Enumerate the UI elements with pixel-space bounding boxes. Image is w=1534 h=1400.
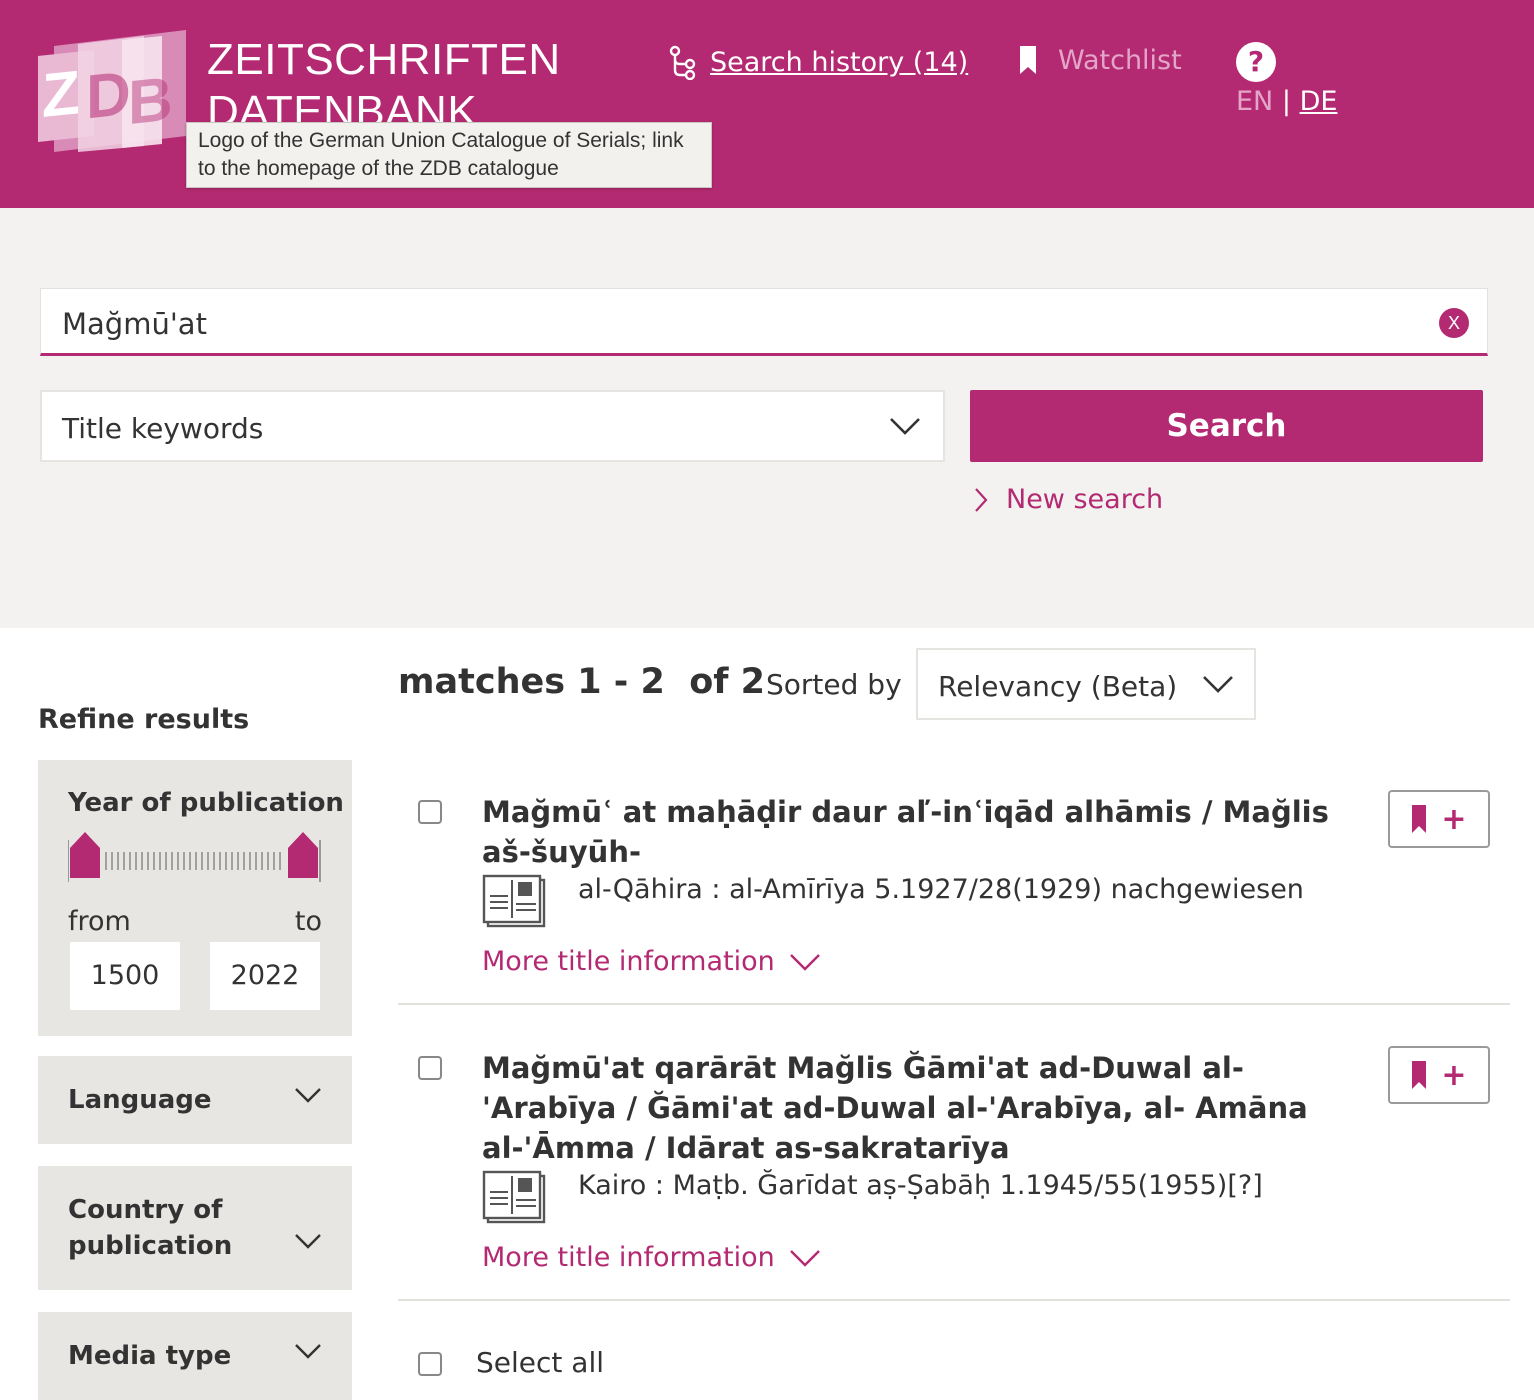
facet-media-type-label: Media type [68, 1341, 232, 1371]
plus-icon: + [1441, 801, 1467, 837]
refine-results-heading: Refine results [38, 704, 250, 735]
sorted-by-label: Sorted by [766, 668, 902, 701]
divider [398, 1003, 1510, 1005]
search-history-label: Search history (14) [710, 46, 969, 78]
result-title[interactable]: Mağmūʿ at maḥāḍir daur aľ-inʿiqād alhāmi… [482, 792, 1342, 872]
year-facet-title: Year of publication [68, 788, 344, 818]
facet-media-type[interactable]: Media type [38, 1312, 352, 1400]
year-to-label: to [294, 906, 322, 937]
sort-value: Relevancy (Beta) [938, 670, 1178, 703]
slider-handle-from [70, 832, 100, 878]
new-search-label: New search [1006, 484, 1164, 515]
language-switch: EN | DE [1236, 86, 1337, 117]
year-facet: Year of publication from to 1500 2022 [38, 760, 352, 1036]
sort-select[interactable]: Relevancy (Beta) [916, 648, 1256, 720]
newspaper-icon [482, 1170, 546, 1224]
chevron-down-icon [789, 953, 820, 971]
result-checkbox[interactable] [418, 800, 442, 824]
select-all-checkbox[interactable] [418, 1352, 442, 1376]
svg-text:D: D [86, 59, 131, 133]
more-title-info-label: More title information [482, 946, 775, 977]
add-to-watchlist-button[interactable]: + [1388, 790, 1490, 848]
search-history-link[interactable]: Search history (14) [668, 44, 968, 80]
chevron-down-icon [789, 1249, 820, 1267]
svg-text:Z: Z [42, 58, 80, 131]
search-input[interactable]: Mağmū'at X [40, 288, 1488, 356]
facet-language[interactable]: Language [38, 1056, 352, 1144]
chevron-down-icon [890, 418, 920, 435]
result-publication: al-Qāhira : al-Amīrīya 5.1927/28(1929) n… [578, 874, 1304, 905]
lang-en[interactable]: EN [1236, 86, 1273, 117]
search-field-select[interactable]: Title keywords [40, 390, 945, 462]
help-icon[interactable]: ? [1236, 42, 1276, 82]
result-title[interactable]: Mağmū'at qarārāt Mağlis Ğāmi'at ad-Duwal… [482, 1048, 1342, 1168]
search-query-text: Mağmū'at [62, 307, 207, 341]
result-checkbox[interactable] [418, 1056, 442, 1080]
select-all-label[interactable]: Select all [476, 1346, 604, 1379]
history-icon [669, 45, 696, 80]
facet-language-label: Language [68, 1085, 212, 1115]
result-item: Mağmū'at qarārāt Mağlis Ğāmi'at ad-Duwal… [398, 1046, 1510, 1296]
bookmark-icon [1412, 805, 1427, 833]
newspaper-icon [482, 874, 546, 928]
chevron-down-icon [295, 1234, 321, 1249]
bookmark-icon [1412, 1061, 1427, 1089]
chevron-down-icon [1203, 676, 1233, 693]
search-button[interactable]: Search [970, 390, 1483, 462]
divider [398, 1299, 1510, 1301]
watchlist-label: Watchlist [1058, 44, 1182, 76]
chevron-down-icon [295, 1088, 321, 1103]
slider-handle-to [288, 832, 318, 878]
lang-separator: | [1281, 86, 1291, 117]
logo-tooltip: Logo of the German Union Catalogue of Se… [186, 122, 712, 188]
brand-line-1: ZEITSCHRIFTEN [207, 35, 561, 84]
new-search-link[interactable]: New search [974, 484, 1163, 515]
site-header: Z D B ZEITSCHRIFTEN DATENBANK Logo of th… [0, 0, 1534, 208]
result-publication: Kairo : Maṭb. Ğarīdat aṣ-Ṣabāḥ 1.1945/55… [578, 1170, 1263, 1201]
result-item: Mağmūʿ at maḥāḍir daur aľ-inʿiqād alhāmi… [398, 790, 1510, 1000]
facet-country-label: Country of publication [68, 1195, 233, 1261]
svg-text:B: B [128, 65, 173, 139]
zdb-logo[interactable]: Z D B [34, 26, 194, 154]
year-from-label: from [68, 906, 131, 937]
bookmark-icon [1020, 46, 1036, 74]
watchlist-link[interactable]: Watchlist [1018, 44, 1182, 76]
results-count: matches 1 - 2 of 2 [398, 662, 766, 702]
plus-icon: + [1441, 1057, 1467, 1093]
add-to-watchlist-button[interactable]: + [1388, 1046, 1490, 1104]
chevron-down-icon [295, 1344, 321, 1359]
facet-country[interactable]: Country of publication [38, 1166, 352, 1290]
search-panel: Mağmū'at X Title keywords Search New sea… [0, 208, 1534, 628]
year-range-slider[interactable] [68, 830, 322, 886]
chevron-right-icon [975, 487, 988, 512]
search-field-value: Title keywords [62, 412, 264, 445]
clear-search-button[interactable]: X [1439, 308, 1469, 338]
lang-de[interactable]: DE [1300, 86, 1338, 117]
year-from-input[interactable]: 1500 [70, 942, 180, 1010]
more-title-info-label: More title information [482, 1242, 775, 1273]
more-title-info-link[interactable]: More title information [482, 1242, 821, 1273]
year-to-input[interactable]: 2022 [210, 942, 320, 1010]
more-title-info-link[interactable]: More title information [482, 946, 821, 977]
